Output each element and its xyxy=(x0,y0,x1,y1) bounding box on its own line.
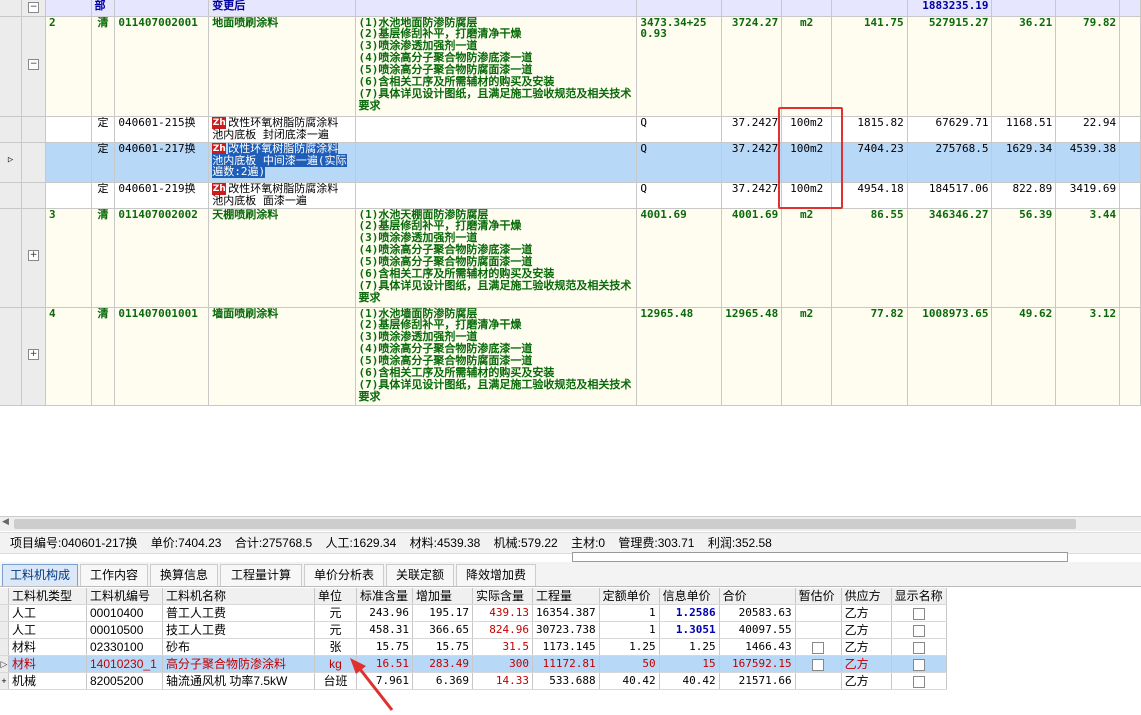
info-bar: 项目编号:040601-217换 单价:7404.23 合计:275768.5 … xyxy=(0,532,1141,554)
column-header[interactable]: 实际含量 xyxy=(472,588,533,605)
scroll-left-icon[interactable]: ◀ xyxy=(2,517,9,527)
tab-efficiency-fee[interactable]: 降效增加费 xyxy=(456,564,536,586)
norm-row[interactable]: ▷ 定 040601-217换 Zh 改性环氧树脂防腐涂料 池内底板 中间漆一遍(实际遍… xyxy=(0,142,1141,183)
resource-row[interactable]: 人工 00010400 普工人工费元 243.96 195.17 439.13 16354.… xyxy=(0,604,947,622)
column-header[interactable]: 工料机名称 xyxy=(162,588,315,605)
column-header[interactable]: 定额单价 xyxy=(599,588,660,605)
expand-toggle[interactable]: + xyxy=(28,250,40,261)
tab-work-content[interactable]: 工作内容 xyxy=(80,564,148,586)
annotation-arrow xyxy=(350,658,394,711)
display-name-checkbox[interactable] xyxy=(912,658,925,671)
display-name-checkbox[interactable] xyxy=(912,675,925,688)
expand-toggle[interactable]: − xyxy=(28,58,40,70)
resource-table: 工料机类型 工料机编号 工料机名称 单位 标准含量 增加量 实际含量 工程量 定额单价 信息单价合… xyxy=(0,588,947,690)
bill-grid[interactable]: − 部 变更后 1883235.19 −2 清 011407002001 地面喷刷涂料… xyxy=(0,0,1141,406)
resource-row[interactable]: ▷ 材料 14010230_1 高分子聚合物防渗涂料 kg 16.51 283.49 300 1… xyxy=(0,655,947,673)
tab-resource-composition[interactable]: 工料机构成 xyxy=(2,564,78,586)
horizontal-scrollbar[interactable]: ◀ xyxy=(0,516,1141,531)
display-name-checkbox[interactable] xyxy=(912,624,925,637)
column-header[interactable]: 单位 xyxy=(314,588,357,605)
collapse-toggle[interactable]: − xyxy=(28,2,40,13)
part-row[interactable]: − 部 变更后 1883235.19 xyxy=(0,0,1141,17)
resource-row[interactable]: 人工 00010500 技工人工费元 458.31 366.65 824.96 30723.… xyxy=(0,621,947,639)
unit-highlight-box xyxy=(778,107,843,209)
display-name-checkbox[interactable] xyxy=(912,607,925,620)
provisional-checkbox[interactable] xyxy=(812,658,825,671)
column-header[interactable]: 显示名称 xyxy=(891,588,947,605)
column-header[interactable]: 工料机类型 xyxy=(8,588,87,605)
tab-strip: 工料机构成 工作内容 换算信息 工程量计算 单价分析表 关联定额 降效增加费 xyxy=(0,562,1141,587)
bill-table: − 部 变更后 1883235.19 −2 清 011407002001 地面喷刷涂料… xyxy=(0,0,1141,406)
tab-quantity-calc[interactable]: 工程量计算 xyxy=(220,564,302,586)
column-header[interactable]: 供应方 xyxy=(841,588,892,605)
column-header[interactable]: 信息单价 xyxy=(659,588,720,605)
norm-row[interactable]: 定 040601-215换 Zh 改性环氧树脂防腐涂料 池内底板 封闭底漆一遍 Q 37.… xyxy=(0,116,1141,143)
tab-unit-price-analysis[interactable]: 单价分析表 xyxy=(304,564,384,586)
resource-row[interactable]: 材料 02330100 砂布张 15.75 15.75 31.5 1173.145 1.25 1… xyxy=(0,638,947,656)
bill-item-row[interactable]: −2 清 011407002001 地面喷刷涂料 (1)水池地面防渗防腐层 (2)基层修刮… xyxy=(0,16,1141,117)
splitter-bar[interactable] xyxy=(572,552,1068,562)
provisional-checkbox[interactable] xyxy=(812,641,825,654)
expand-toggle[interactable]: + xyxy=(28,348,40,360)
display-name-checkbox[interactable] xyxy=(912,641,925,654)
column-header[interactable]: 工程量 xyxy=(532,588,600,605)
resource-header-row: 工料机类型 工料机编号 工料机名称 单位 标准含量 增加量 实际含量 工程量 定额单价 信息单价合… xyxy=(0,588,947,605)
column-header[interactable]: 合价 xyxy=(719,588,796,605)
column-header[interactable]: 工料机编号 xyxy=(86,588,163,605)
resource-row[interactable]: + 机械 82005200 轴流通风机 功率7.5kW 台班 7.961 6.369 14.3… xyxy=(0,672,947,690)
tab-conversion-info[interactable]: 换算信息 xyxy=(150,564,218,586)
bill-item-row[interactable]: +3 清 011407002002 天棚喷刷涂料 (1)水池天棚面防渗防腐层 (2)基层修… xyxy=(0,208,1141,308)
scrollbar-thumb[interactable] xyxy=(14,519,1076,529)
bill-item-row[interactable]: +4 清 011407001001 墙面喷刷涂料 (1)水池墙面防渗防腐层 (2)基层修刮… xyxy=(0,307,1141,406)
column-header[interactable]: 暂估价 xyxy=(795,588,842,605)
row-pointer-icon: ▷ xyxy=(7,154,14,165)
column-header[interactable]: 标准含量 xyxy=(356,588,413,605)
norm-row[interactable]: 定 040601-219换 Zh 改性环氧树脂防腐涂料 池内底板 面漆一遍 Q 37.24… xyxy=(0,182,1141,209)
zh-badge-icon: Zh xyxy=(212,142,227,155)
tab-related-norms[interactable]: 关联定额 xyxy=(386,564,454,586)
column-header[interactable]: 增加量 xyxy=(412,588,473,605)
part-total: 1883235.19 xyxy=(907,0,993,17)
